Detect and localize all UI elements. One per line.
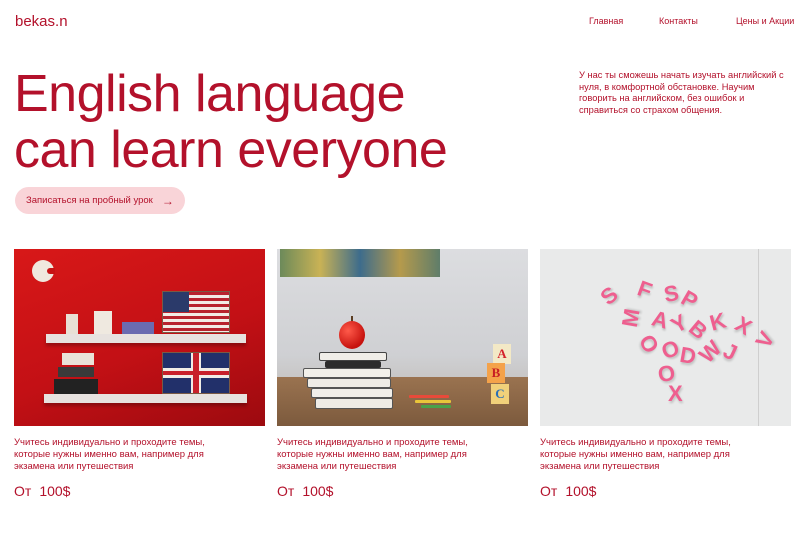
nav-link-home[interactable]: Главная <box>589 16 623 26</box>
nav-link-contacts[interactable]: Контакты <box>659 16 698 26</box>
course-card-2[interactable]: A B C Учитесь индивидуально и проходите … <box>277 249 528 499</box>
price-value: 100$ <box>39 483 71 499</box>
price-value: 100$ <box>565 483 597 499</box>
card-description: Учитесь индивидуально и проходите темы, … <box>540 437 731 473</box>
course-card-3[interactable]: S F S P M A Y B K X V O O D W J O X Учит… <box>540 249 791 499</box>
card-image-flags-shelves <box>14 249 265 426</box>
hero-title-line-1: English language <box>14 65 406 123</box>
course-card-1[interactable]: Учитесь индивидуально и проходите темы, … <box>14 249 265 499</box>
hero-title-line-2: can learn everyone <box>14 121 448 179</box>
trial-lesson-button[interactable]: Записаться на пробный урок → <box>15 187 185 214</box>
card-description: Учитесь индивидуально и проходите темы, … <box>14 437 205 473</box>
hero-title: English language can learn everyone <box>14 65 448 179</box>
card-price: От 100$ <box>540 483 604 499</box>
card-price: От 100$ <box>14 483 78 499</box>
price-value: 100$ <box>302 483 334 499</box>
price-prefix: От <box>540 483 558 499</box>
main-nav: Главная Контакты Цены и Акции <box>0 16 806 30</box>
card-image-magnetic-letters: S F S P M A Y B K X V O O D W J O X <box>540 249 791 426</box>
price-prefix: От <box>277 483 295 499</box>
trial-lesson-button-label: Записаться на пробный урок <box>26 195 153 206</box>
nav-link-prices[interactable]: Цены и Акции <box>736 16 794 26</box>
price-prefix: От <box>14 483 32 499</box>
pacman-icon <box>32 260 55 282</box>
arrow-right-icon: → <box>161 193 174 208</box>
hero-description: У нас ты сможешь начать изучать английск… <box>579 70 784 115</box>
card-image-apple-books: A B C <box>277 249 528 426</box>
apple-icon <box>339 321 365 349</box>
card-description: Учитесь индивидуально и проходите темы, … <box>277 437 468 473</box>
card-price: От 100$ <box>277 483 341 499</box>
